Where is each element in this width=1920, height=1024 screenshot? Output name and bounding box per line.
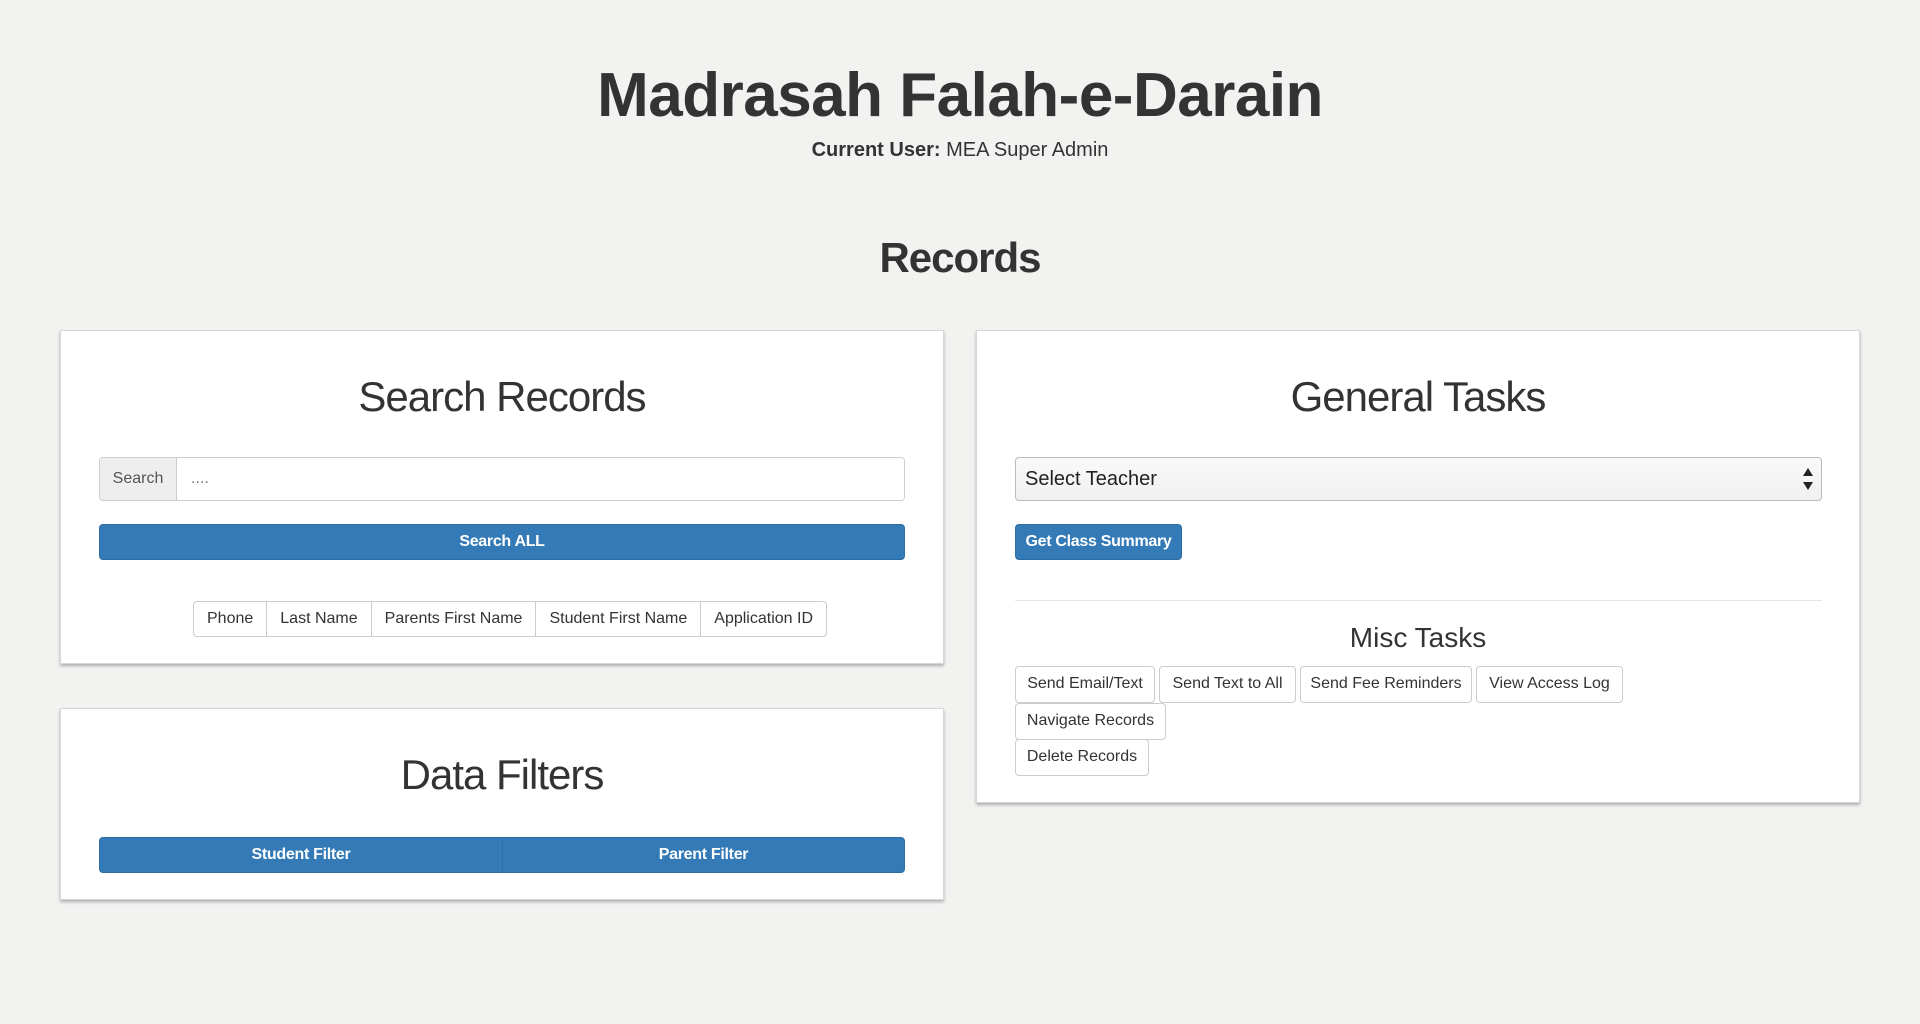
send-text-to-all-button[interactable]: Send Text to All xyxy=(1159,666,1296,703)
divider xyxy=(1015,600,1822,601)
filter-application-id-button[interactable]: Application ID xyxy=(700,601,827,637)
search-all-button[interactable]: Search ALL xyxy=(99,524,905,560)
misc-tasks-title: Misc Tasks xyxy=(1349,622,1487,653)
current-user-label: Current User: xyxy=(811,139,941,161)
delete-records-button[interactable]: Delete Records xyxy=(1015,739,1149,776)
get-class-summary-button[interactable]: Get Class Summary xyxy=(1015,524,1182,560)
parent-filter-button[interactable]: Parent Filter xyxy=(502,837,905,873)
teacher-select-value: Select Teacher xyxy=(1025,468,1157,490)
search-filter-group: Phone Last Name Parents First Name Stude… xyxy=(193,601,827,637)
filter-phone-button[interactable]: Phone xyxy=(193,601,268,637)
search-records-title: Search Records xyxy=(358,373,646,420)
section-title: Records xyxy=(879,234,1041,281)
current-user: Current User: MEA Super Admin xyxy=(0,138,1920,162)
search-records-panel: Search Records Search Search ALL Phone L… xyxy=(60,330,944,664)
filter-parents-first-name-button[interactable]: Parents First Name xyxy=(370,601,537,637)
navigate-records-button[interactable]: Navigate Records xyxy=(1015,703,1166,740)
search-input-group: Search xyxy=(99,457,905,501)
select-arrows-icon xyxy=(1803,468,1813,490)
send-email-text-button[interactable]: Send Email/Text xyxy=(1015,666,1155,703)
app-title: Madrasah Falah-e-Darain xyxy=(597,61,1323,130)
teacher-select[interactable]: Select Teacher xyxy=(1015,457,1822,501)
search-addon: Search xyxy=(100,458,177,500)
current-user-name: MEA Super Admin xyxy=(946,139,1109,161)
student-filter-button[interactable]: Student Filter xyxy=(99,837,503,873)
send-fee-reminders-button[interactable]: Send Fee Reminders xyxy=(1300,666,1472,703)
general-tasks-title: General Tasks xyxy=(1290,373,1547,420)
filter-student-first-name-button[interactable]: Student First Name xyxy=(535,601,702,637)
general-tasks-panel: General Tasks Select Teacher Get Class S… xyxy=(976,330,1860,803)
filter-last-name-button[interactable]: Last Name xyxy=(266,601,372,637)
data-filters-title: Data Filters xyxy=(400,751,605,798)
data-filters-panel: Data Filters Student Filter Parent Filte… xyxy=(60,708,944,900)
search-input[interactable] xyxy=(177,458,904,500)
view-access-log-button[interactable]: View Access Log xyxy=(1476,666,1623,703)
